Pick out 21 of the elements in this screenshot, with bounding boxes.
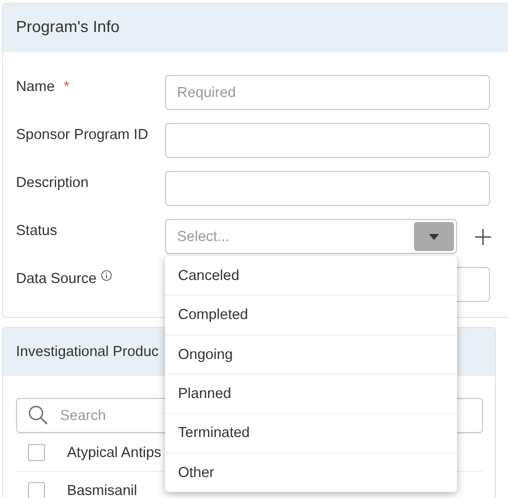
field-label: Description — [16, 175, 89, 191]
text-field[interactable]: Required — [165, 75, 490, 110]
text-field[interactable] — [165, 123, 490, 158]
text-field[interactable] — [165, 171, 490, 206]
section-title: Investigational Produc — [16, 344, 159, 360]
dropdown-option[interactable]: Canceled — [165, 256, 457, 296]
product-name: Basmisanil — [67, 482, 138, 498]
add-icon[interactable] — [475, 228, 491, 244]
product-name: Atypical Antips — [67, 444, 162, 460]
dropdown-option[interactable]: Completed — [165, 295, 457, 335]
field-label: Sponsor Program ID — [16, 127, 148, 143]
field-label: Data Source — [16, 271, 97, 287]
dropdown-button[interactable] — [414, 222, 454, 251]
field-label: Name — [16, 79, 55, 95]
field-label: Status — [16, 223, 58, 239]
required-mark: * — [64, 79, 70, 95]
caret-icon — [429, 234, 439, 240]
section-title: Program's Info — [16, 19, 120, 37]
search-icon — [28, 405, 48, 425]
checkbox[interactable] — [28, 482, 45, 498]
checkbox[interactable] — [28, 444, 45, 461]
